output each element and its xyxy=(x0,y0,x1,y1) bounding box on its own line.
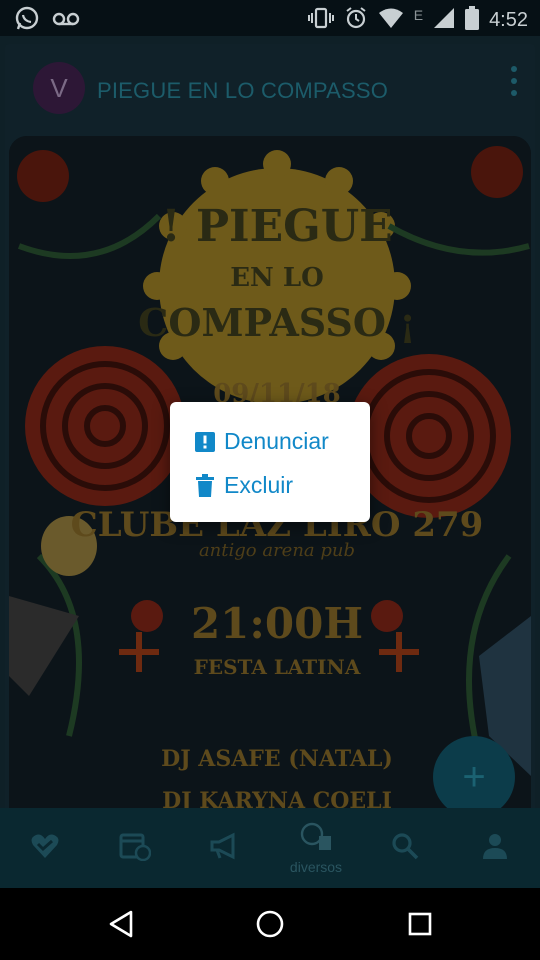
nav-label-diversos: diversos xyxy=(289,858,343,875)
post-options-menu: Denunciar Excluir xyxy=(170,402,370,522)
nav-item-profile[interactable] xyxy=(466,808,524,888)
status-bar: E 4:52 xyxy=(0,0,540,36)
poster-venue-sub: antigo arena pub xyxy=(199,540,355,561)
poster-headline-3: COMPASSO ¡ xyxy=(138,300,416,345)
back-icon[interactable] xyxy=(108,910,134,943)
report-label: Denunciar xyxy=(224,428,329,454)
signal-icon xyxy=(433,7,455,34)
calendar-clock-icon xyxy=(119,831,152,866)
heart-check-icon xyxy=(30,832,60,865)
alarm-icon xyxy=(344,6,368,35)
globe-building-icon xyxy=(299,822,333,857)
nav-item-announcements[interactable] xyxy=(196,808,254,888)
nav-item-events[interactable] xyxy=(106,808,164,888)
bottom-nav: diversos xyxy=(0,808,540,888)
home-icon[interactable] xyxy=(256,910,284,943)
vibrate-icon xyxy=(307,6,334,35)
network-type-label: E xyxy=(413,6,424,23)
post-title[interactable]: PIEGUE EN LO COMPASSO xyxy=(97,78,388,104)
wifi-icon xyxy=(378,7,404,34)
nav-item-favorites[interactable] xyxy=(16,808,74,888)
poster-time: 21:00H xyxy=(191,599,363,648)
trash-icon xyxy=(194,473,216,497)
delete-label: Excluir xyxy=(224,472,294,498)
status-time: 4:52 xyxy=(489,9,528,31)
delete-menu-item[interactable]: Excluir xyxy=(194,472,293,499)
person-icon xyxy=(481,832,509,865)
avatar[interactable]: V xyxy=(33,62,85,114)
voicemail-icon xyxy=(52,9,80,34)
poster-dj-1: DJ ASAFE (NATAL) xyxy=(161,746,393,772)
battery-icon xyxy=(465,6,480,35)
report-icon xyxy=(194,431,216,453)
status-bar-left xyxy=(14,6,80,37)
status-bar-right: E 4:52 xyxy=(307,6,528,35)
poster-headline-2: EN LO xyxy=(230,263,324,293)
add-post-button[interactable]: + xyxy=(433,736,515,818)
whatsapp-icon xyxy=(14,6,40,37)
android-nav-bar xyxy=(0,888,540,960)
report-menu-item[interactable]: Denunciar xyxy=(194,428,329,455)
search-icon xyxy=(390,831,420,866)
post-header: V PIEGUE EN LO COMPASSO xyxy=(5,44,535,134)
recents-icon[interactable] xyxy=(408,912,432,941)
poster-headline-1: ! PIEGUE xyxy=(161,201,392,252)
poster-event: FESTA LATINA xyxy=(194,655,361,679)
kebab-menu-icon[interactable] xyxy=(509,66,519,96)
megaphone-icon xyxy=(209,832,241,865)
nav-item-diversos[interactable]: diversos xyxy=(282,808,350,888)
rose-left xyxy=(25,346,185,506)
nav-item-search[interactable] xyxy=(376,808,434,888)
